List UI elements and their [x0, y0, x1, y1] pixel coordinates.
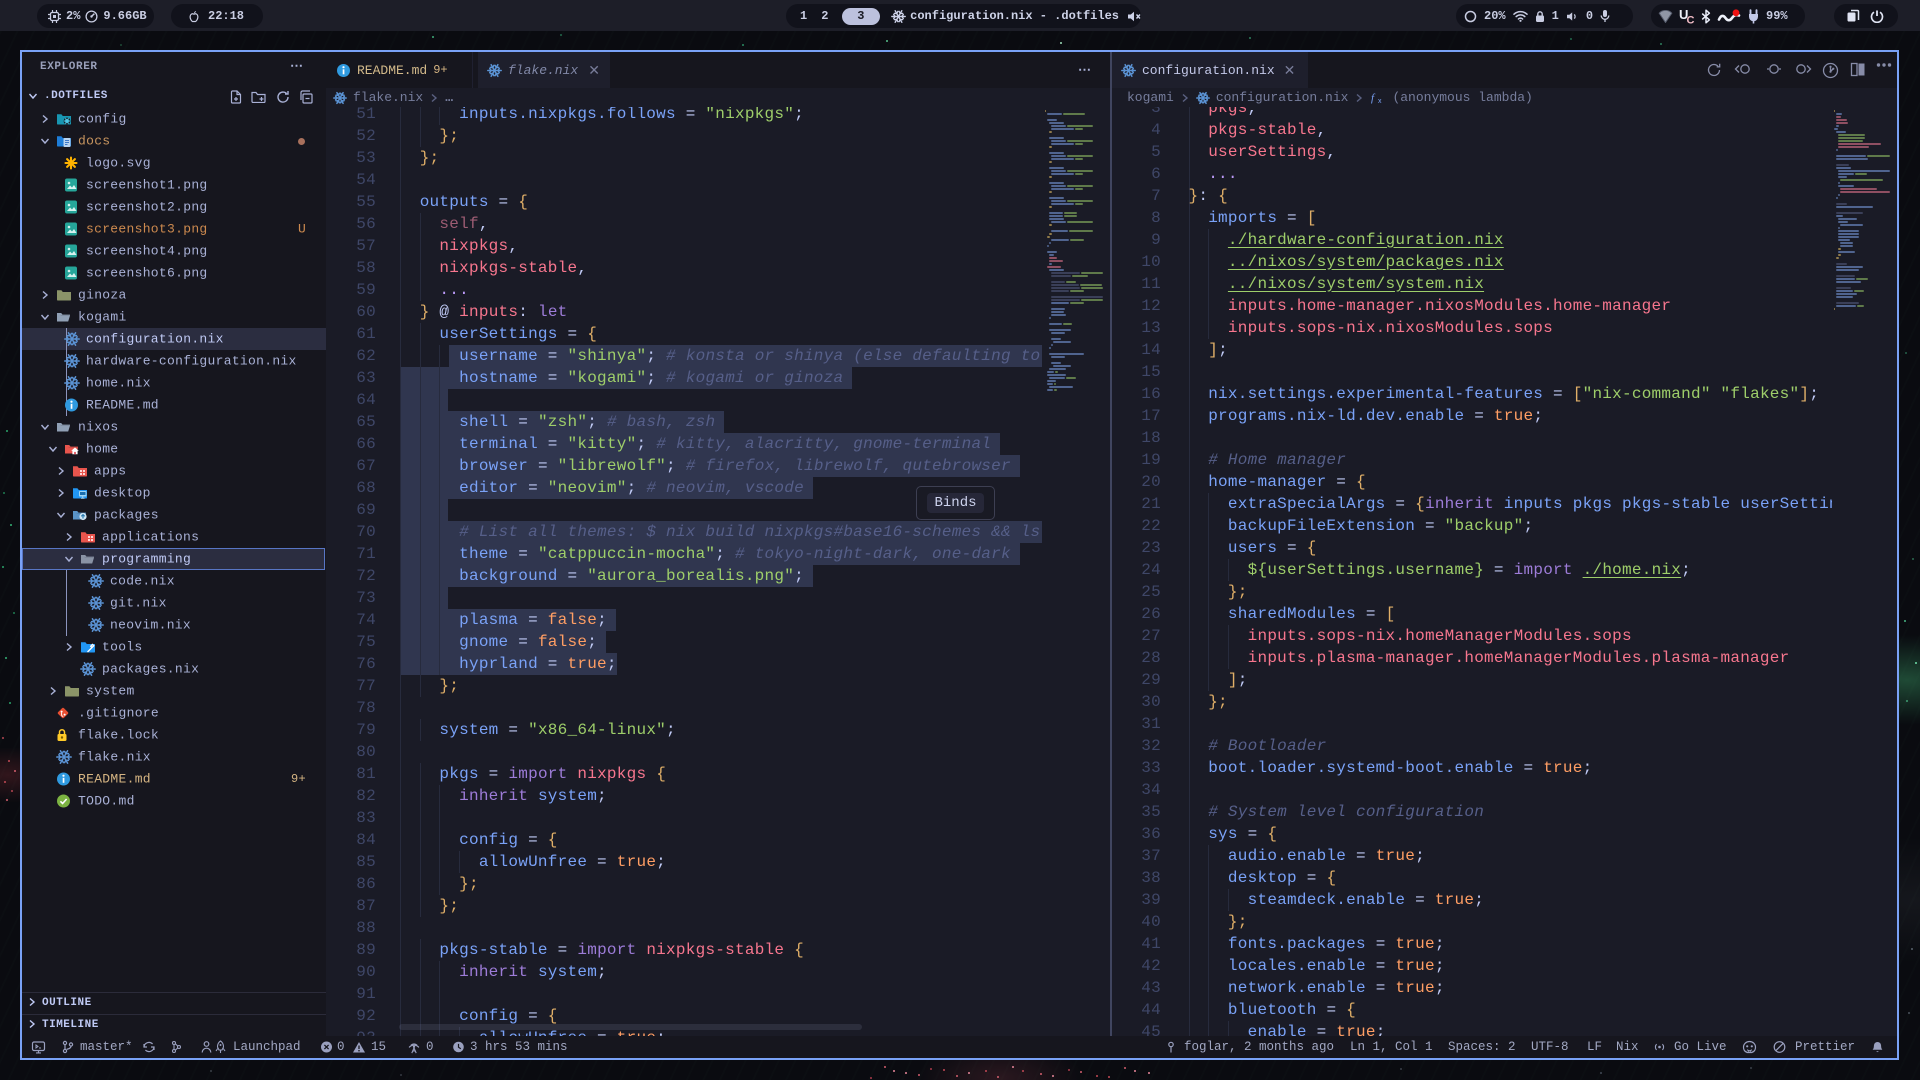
- svg-text:C: C: [1687, 15, 1695, 25]
- svg-text:x: x: [1378, 98, 1382, 104]
- svg-text:f: f: [1371, 92, 1376, 104]
